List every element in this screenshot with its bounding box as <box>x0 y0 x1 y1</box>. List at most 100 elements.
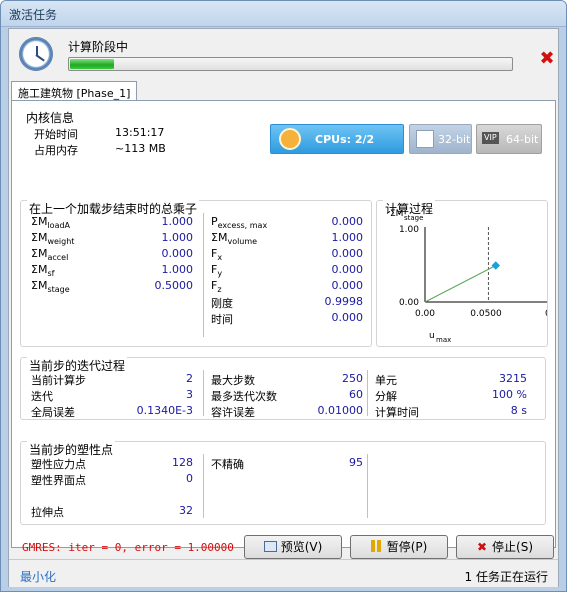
multiplier-value: 0.000 <box>331 247 364 260</box>
iteration-value: 0.01000 <box>317 404 364 417</box>
plastic-group: 当前步的塑性点 塑性应力点 128 塑性界面点 0 拉伸点 32 不精确 95 <box>20 441 546 525</box>
kernel-info-title: 内核信息 <box>26 111 75 125</box>
calc-process-chart: 1.00 0.000.00 0.0500 0.10 ΣMstage umax <box>390 209 547 344</box>
multiplier-value: 1.000 <box>331 231 364 244</box>
32bit-button[interactable]: 32-bit <box>409 124 472 154</box>
plastic-label: 塑性应力点 <box>31 458 86 471</box>
plastic-value: 95 <box>349 456 363 469</box>
multipliers-group: 在上一个加载步结束时的总乘子 ΣMloadA 1.000 ΣMweight 1.000… <box>20 200 372 347</box>
memory-value: ~113 MB <box>115 142 166 155</box>
x-axis-label: u <box>429 331 435 341</box>
iteration-label: 容许误差 <box>211 406 255 419</box>
plastic-label: 拉伸点 <box>31 506 64 519</box>
y-tick-label: 1.00 <box>399 225 419 235</box>
multiplier-value: 1.000 <box>161 263 194 276</box>
plastic-label: 不精确 <box>211 458 244 471</box>
plastic-value: 0 <box>186 472 193 485</box>
iteration-label: 当前计算步 <box>31 374 86 387</box>
multiplier-value: 0.000 <box>331 215 364 228</box>
window: 激活任务 计算阶段中 ✖ 施工建筑物 [Phase_1] 内核信息 开始时间 1… <box>0 0 567 592</box>
preview-label: 预览(V) <box>280 540 323 554</box>
multiplier-value: 1.000 <box>161 215 194 228</box>
64bit-label: 64-bit <box>506 133 539 146</box>
iteration-value: 0.1340E-3 <box>136 404 193 417</box>
y-axis-label-sub: stage <box>404 214 423 222</box>
multiplier-value: 0.000 <box>331 311 364 324</box>
stop-icon: ✖ <box>476 540 488 554</box>
progress-fill <box>70 59 115 69</box>
multiplier-label: 时间 <box>211 313 233 326</box>
multiplier-label: ΣMsf <box>31 263 55 278</box>
y-tick-label: 0.00 <box>399 298 419 308</box>
progress-bar <box>68 57 513 71</box>
iteration-label: 单元 <box>375 374 397 387</box>
iteration-value: 3 <box>186 388 193 401</box>
data-point <box>491 261 501 270</box>
multiplier-value: 0.000 <box>331 263 364 276</box>
stop-button[interactable]: ✖ 停止(S) <box>456 535 554 559</box>
32bit-label: 32-bit <box>438 133 471 146</box>
series-line <box>424 265 496 303</box>
64bit-button[interactable]: VIP 64-bit <box>476 124 542 154</box>
multiplier-label: Fx <box>211 247 223 262</box>
multiplier-value: 0.000 <box>331 279 364 292</box>
multiplier-value: 0.000 <box>161 247 194 260</box>
status-bar: 最小化 1 任务正在运行 <box>9 559 558 587</box>
multiplier-label: ΣMweight <box>31 231 75 246</box>
iteration-value: 2 <box>186 372 193 385</box>
multiplier-value: 0.9998 <box>324 295 364 308</box>
plastic-value: 32 <box>179 504 193 517</box>
iteration-label: 迭代 <box>31 390 53 403</box>
iteration-label: 分解 <box>375 390 397 403</box>
preview-button[interactable]: 预览(V) <box>244 535 342 559</box>
iteration-label: 全局误差 <box>31 406 75 419</box>
iteration-label: 计算时间 <box>375 406 419 419</box>
pause-button[interactable]: 暂停(P) <box>350 535 448 559</box>
plastic-value: 128 <box>172 456 193 469</box>
multiplier-label: ΣMaccel <box>31 247 69 262</box>
y-axis-label: ΣM <box>390 209 403 219</box>
close-icon[interactable]: ✖ <box>539 50 555 68</box>
plastic-label: 塑性界面点 <box>31 474 86 487</box>
pause-icon <box>370 540 375 552</box>
memory-label: 占用内存 <box>34 144 78 157</box>
x-tick-label: 0.00 <box>415 309 435 319</box>
multiplier-label: ΣMvolume <box>211 231 258 246</box>
iteration-label: 最大步数 <box>211 374 255 387</box>
x-tick-label: 0.0500 <box>470 309 502 319</box>
iteration-value: 250 <box>342 372 363 385</box>
x-axis-label-sub: max <box>436 336 451 344</box>
cpus-button[interactable]: CPUs: 2/2 <box>270 124 404 154</box>
clock-icon <box>19 37 53 71</box>
iteration-value: 60 <box>349 388 363 401</box>
multiplier-label: ΣMloadA <box>31 215 71 230</box>
blank-icon <box>416 130 434 148</box>
title-bar: 激活任务 <box>1 1 566 27</box>
calc-process-group: 计算过程 1.000.000.000.05000.10ΣMstageumax <box>376 200 548 347</box>
multiplier-label: Pexcess, max <box>211 215 268 230</box>
tab-phase[interactable]: 施工建筑物 [Phase_1] <box>11 81 138 101</box>
multiplier-label: Fy <box>211 263 223 278</box>
phase-label: 计算阶段中 <box>68 40 129 54</box>
preview-icon <box>263 541 277 552</box>
iteration-value: 8 s <box>510 404 527 417</box>
iteration-value: 3215 <box>499 372 527 385</box>
tab-panel: 内核信息 开始时间 13:51:17 占用内存 ~113 MB CPUs: 2/… <box>11 100 556 559</box>
kernel-info-group: 内核信息 开始时间 13:51:17 占用内存 ~113 MB CPUs: 2/… <box>20 107 546 157</box>
start-time-label: 开始时间 <box>34 128 78 141</box>
iteration-value: 100 % <box>492 388 527 401</box>
dialog-body: 计算阶段中 ✖ 施工建筑物 [Phase_1] 内核信息 开始时间 13:51:… <box>8 28 559 587</box>
minimize-link[interactable]: 最小化 <box>20 568 56 585</box>
window-title: 激活任务 <box>9 8 58 22</box>
stopwatch-icon <box>279 128 301 150</box>
multiplier-label: ΣMstage <box>31 279 70 294</box>
vip-icon: VIP <box>482 132 499 144</box>
start-time-value: 13:51:17 <box>115 126 165 139</box>
multiplier-label: Fz <box>211 279 222 294</box>
x-tick-label: 0.10 <box>545 309 547 319</box>
multiplier-value: 0.5000 <box>154 279 194 292</box>
multiplier-label: 刚度 <box>211 297 233 310</box>
iteration-label: 最多迭代次数 <box>211 390 277 403</box>
cpus-label: CPUs: 2/2 <box>315 133 375 146</box>
gmres-status: GMRES: iter = 0, error = 1.00000 <box>22 541 234 554</box>
